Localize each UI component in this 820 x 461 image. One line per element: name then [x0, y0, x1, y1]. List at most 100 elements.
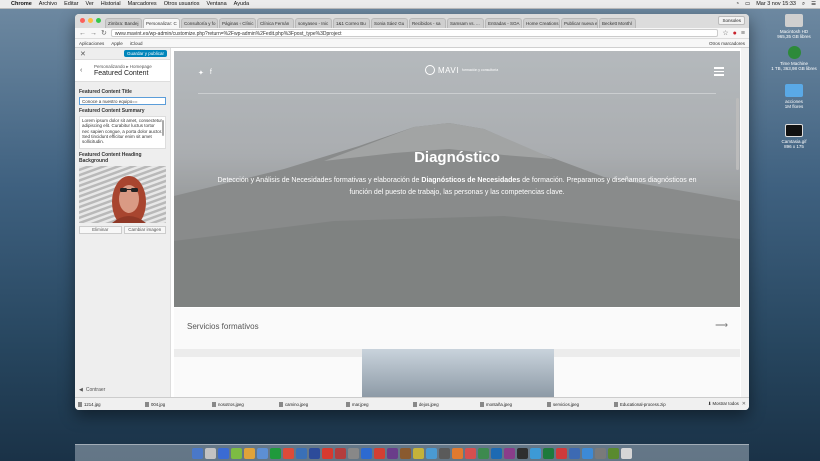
- tab-entradas[interactable]: Entradas - SOA: [485, 18, 522, 28]
- tab-home-creations[interactable]: Home Creations: [523, 18, 560, 28]
- forward-arrow-icon[interactable]: →: [90, 30, 97, 37]
- close-icon[interactable]: ✕: [80, 50, 86, 58]
- star-icon[interactable]: ☆: [722, 29, 728, 37]
- download-item[interactable]: 1214.jpg: [78, 401, 142, 407]
- dock-app-icon[interactable]: [621, 447, 632, 459]
- dock-app-icon[interactable]: [504, 447, 515, 459]
- dock-app-icon[interactable]: [491, 447, 502, 459]
- back-chevron-icon[interactable]: ‹: [80, 67, 82, 74]
- dock-app-icon[interactable]: [439, 447, 450, 459]
- reload-icon[interactable]: ↻: [101, 29, 107, 37]
- dock-app-icon[interactable]: [205, 447, 216, 459]
- dock-app-icon[interactable]: [452, 447, 463, 459]
- dock-app-icon[interactable]: [387, 447, 398, 459]
- minimize-window-icon[interactable]: [88, 18, 93, 23]
- dock-app-icon[interactable]: [569, 447, 580, 459]
- download-item[interactable]: camino.jpeg: [279, 401, 343, 407]
- desktop-icon-folder[interactable]: acciones 1M flores: [771, 84, 817, 109]
- menu-otros-usuarios[interactable]: Otros usuarios: [164, 1, 200, 7]
- menu-ver[interactable]: Ver: [86, 1, 94, 7]
- address-bar[interactable]: www.mavint.es/wp-admin/customize.php?ret…: [110, 29, 719, 37]
- download-item[interactable]: dejos.jpeg: [413, 401, 477, 407]
- back-arrow-icon[interactable]: ←: [79, 30, 86, 37]
- profile-button[interactable]: Sonsoles: [718, 16, 745, 25]
- menu-marcadores[interactable]: Marcadores: [128, 1, 157, 7]
- tab-personalizar[interactable]: Personalizar: C: [143, 18, 180, 28]
- download-item[interactable]: mar.jpeg: [346, 401, 410, 407]
- close-icon[interactable]: ✕: [742, 401, 746, 407]
- dock-app-icon[interactable]: [218, 447, 229, 459]
- featured-title-input[interactable]: Conoce a nuestro equipo==: [79, 97, 166, 105]
- download-item[interactable]: servicios.jpeg: [547, 401, 611, 407]
- tab-correo[interactable]: 1&1 Correo Bu: [333, 18, 370, 28]
- dock-app-icon[interactable]: [231, 447, 242, 459]
- pinterest-extension-icon[interactable]: ●: [733, 30, 737, 37]
- dock-app-icon[interactable]: [283, 447, 294, 459]
- twitter-icon[interactable]: ✦: [198, 69, 204, 77]
- dock-app-icon[interactable]: [543, 447, 554, 459]
- download-item[interactable]: Educational-process.zip: [614, 401, 678, 407]
- tab-clinica[interactable]: Clínica Fernán: [257, 18, 294, 28]
- arrow-right-icon[interactable]: ⟶: [715, 320, 728, 331]
- site-logo[interactable]: MAVI formación y consultoría: [425, 65, 498, 75]
- menu-ayuda[interactable]: Ayuda: [234, 1, 250, 7]
- dock-app-icon[interactable]: [257, 447, 268, 459]
- download-item[interactable]: montaña.jpeg: [480, 401, 544, 407]
- dock-app-icon[interactable]: [270, 447, 281, 459]
- chrome-menu-icon[interactable]: ≡: [741, 30, 745, 37]
- dock-app-icon[interactable]: [595, 447, 606, 459]
- menu-archivo[interactable]: Archivo: [39, 1, 57, 7]
- dock-app-icon[interactable]: [478, 447, 489, 459]
- show-all-downloads-button[interactable]: ⬇ Mostrar todos: [708, 401, 739, 407]
- menu-historial[interactable]: Historial: [101, 1, 121, 7]
- spotlight-icon[interactable]: ⌕: [802, 1, 805, 8]
- download-item[interactable]: nosotros.jpeg: [212, 401, 276, 407]
- battery-icon[interactable]: ▭: [745, 1, 750, 7]
- tab-sonia[interactable]: Sonia Sáez Gu: [371, 18, 408, 28]
- facebook-icon[interactable]: f: [210, 69, 212, 77]
- dock-app-icon[interactable]: [556, 447, 567, 459]
- notification-center-icon[interactable]: ☰: [811, 1, 816, 7]
- dock-app-icon[interactable]: [244, 447, 255, 459]
- dock-app-icon[interactable]: [335, 447, 346, 459]
- collapse-sidebar-button[interactable]: ◀ Contraer: [79, 387, 105, 393]
- dock-app-icon[interactable]: [413, 447, 424, 459]
- desktop-icon-macintosh-hd[interactable]: Macintosh HD 965,35 GB libres: [771, 14, 817, 39]
- dock-app-icon[interactable]: [582, 447, 593, 459]
- dock-app-icon[interactable]: [361, 447, 372, 459]
- featured-summary-textarea[interactable]: Lorem ipsum dolor sit amet, consectetur …: [79, 116, 166, 149]
- dock-app-icon[interactable]: [400, 447, 411, 459]
- menu-app-name[interactable]: Chrome: [11, 1, 32, 7]
- dock-app-icon[interactable]: [517, 447, 528, 459]
- preview-scrollbar[interactable]: [736, 98, 739, 170]
- tab-consultoria[interactable]: Consultoría y fo: [181, 18, 218, 28]
- desktop-icon-camtasia[interactable]: Camtasia.gif 896 x 175: [771, 124, 817, 149]
- tab-recibidos[interactable]: Recibidos - sa: [409, 18, 446, 28]
- change-image-button[interactable]: Cambiar imagen: [123, 226, 166, 234]
- save-publish-button[interactable]: Guardar y publicar: [123, 50, 167, 57]
- download-item[interactable]: 004.jpg: [145, 401, 209, 407]
- dock-app-icon[interactable]: [309, 447, 320, 459]
- hamburger-menu-icon[interactable]: [714, 67, 724, 78]
- dock-app-icon[interactable]: [296, 447, 307, 459]
- close-window-icon[interactable]: [80, 18, 85, 23]
- dock-app-icon[interactable]: [374, 447, 385, 459]
- tab-samsam[interactable]: Samsam vs. ...: [447, 18, 484, 28]
- menu-editar[interactable]: Editar: [64, 1, 78, 7]
- bookmark-aplicaciones[interactable]: Aplicaciones: [79, 41, 104, 46]
- bookmark-otros-marcadores[interactable]: Otros marcadores: [709, 41, 745, 46]
- bookmark-apple[interactable]: Apple: [111, 41, 123, 46]
- dock-app-icon[interactable]: [530, 447, 541, 459]
- dock-app-icon[interactable]: [322, 447, 333, 459]
- dock-app-icon[interactable]: [426, 447, 437, 459]
- dock-app-icon[interactable]: [465, 447, 476, 459]
- dock-app-icon[interactable]: [192, 447, 203, 459]
- tab-publicar[interactable]: Publicar nueva e: [561, 18, 598, 28]
- wifi-icon[interactable]: ◔: [736, 1, 739, 7]
- dock-app-icon[interactable]: [348, 447, 359, 459]
- dock-app-icon[interactable]: [608, 447, 619, 459]
- tab-paginas[interactable]: Páginas ‹ Clínic: [219, 18, 256, 28]
- tab-sonyaseo[interactable]: sonyaseo - Inic: [295, 18, 332, 28]
- menubar-clock[interactable]: Mar 3 nov 15:33: [756, 1, 796, 7]
- menu-ventana[interactable]: Ventana: [206, 1, 226, 7]
